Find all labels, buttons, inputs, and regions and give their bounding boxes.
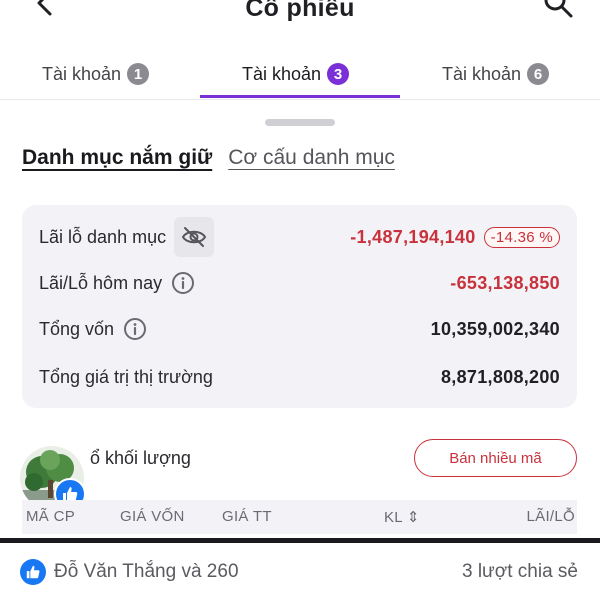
today-pl-value: -653,138,850 [450, 272, 560, 293]
hide-values-button[interactable] [174, 217, 215, 257]
info-icon [172, 272, 195, 294]
today-pl-info-button[interactable] [170, 270, 196, 296]
today-pl-row: Lãi/Lỗ hôm nay -653,138,850 [39, 263, 560, 303]
total-capital-label: Tổng vốn [39, 318, 115, 339]
total-capital-value: 10,359,002,340 [430, 318, 560, 339]
info-icon [124, 318, 147, 340]
column-header-stock-code: MÃ CP [26, 508, 76, 525]
tab-label: Tài khoản [242, 63, 322, 84]
volume-label[interactable]: ổ khối lượng [90, 448, 191, 469]
thumbs-up-icon [26, 565, 40, 579]
sell-many-button[interactable]: Bán nhiều mã [414, 439, 577, 477]
holdings-table-header: MÃ CP GIÁ VỐN GIÁ TT KL ⇕ LÃI/LỖ [22, 500, 577, 534]
total-capital-info-button[interactable] [122, 316, 148, 342]
active-tab-indicator [200, 95, 400, 98]
market-value-label: Tổng giá trị thị trường [39, 366, 213, 387]
portfolio-pl-percent-badge: -14.36 % [483, 226, 560, 248]
column-header-cost-price: GIÁ VỐN [120, 508, 185, 525]
market-value-row: Tổng giá trị thị trường 8,871,808,200 [39, 357, 560, 397]
portfolio-pl-row: Lãi lỗ danh mục -1,487,194,140 -14.36 % [39, 217, 560, 257]
tab-count-badge: 1 [127, 63, 150, 85]
like-reaction-button[interactable] [20, 559, 46, 585]
tab-label: Tài khoản [42, 63, 122, 84]
eye-slash-icon [181, 227, 207, 247]
portfolio-pl-label: Lãi lỗ danh mục [39, 226, 167, 247]
tab-label: Tài khoản [442, 63, 522, 84]
volume-toggle-row: ổ khối lượng Bán nhiều mã [22, 436, 577, 482]
today-pl-label: Lãi/Lỗ hôm nay [39, 272, 163, 293]
column-header-profit-loss: LÃI/LỖ [526, 508, 575, 525]
portfolio-summary-card: Lãi lỗ danh mục -1,487,194,140 -14.36 % … [22, 205, 577, 408]
portfolio-pl-value: -1,487,194,140 [350, 226, 476, 247]
column-header-volume[interactable]: KL ⇕ [384, 508, 420, 526]
account-tabs: Tài khoản 1 Tài khoản 3 Tài khoản 6 [0, 52, 600, 100]
tab-account-6[interactable]: Tài khoản 6 [442, 56, 550, 92]
search-icon [544, 0, 573, 18]
tab-account-3[interactable]: Tài khoản 3 [242, 56, 350, 92]
shares-count[interactable]: 3 lượt chia sẻ [462, 561, 578, 583]
tab-count-badge: 6 [527, 63, 550, 85]
app-header: Cổ phiếu [0, 0, 600, 40]
search-button[interactable] [542, 0, 574, 22]
sheet-drag-handle[interactable] [265, 119, 335, 126]
page-title: Cổ phiếu [245, 0, 355, 22]
tab-portfolio-structure[interactable]: Cơ cấu danh mục [228, 146, 395, 170]
tab-holdings[interactable]: Danh mục nắm giữ [22, 146, 212, 170]
column-header-market-price: GIÁ TT [222, 508, 272, 525]
social-reactions-bar: Đỗ Văn Thắng và 260 3 lượt chia sẻ [0, 544, 600, 600]
divider [0, 538, 600, 543]
total-capital-row: Tổng vốn 10,359,002,340 [39, 309, 560, 349]
reactors-text[interactable]: Đỗ Văn Thắng và 260 [54, 561, 239, 583]
market-value-value: 8,871,808,200 [440, 366, 560, 387]
tab-count-badge: 3 [327, 63, 350, 85]
tab-account-1[interactable]: Tài khoản 1 [42, 56, 150, 92]
section-tabs: Danh mục nắm giữ Cơ cấu danh mục [22, 146, 395, 178]
